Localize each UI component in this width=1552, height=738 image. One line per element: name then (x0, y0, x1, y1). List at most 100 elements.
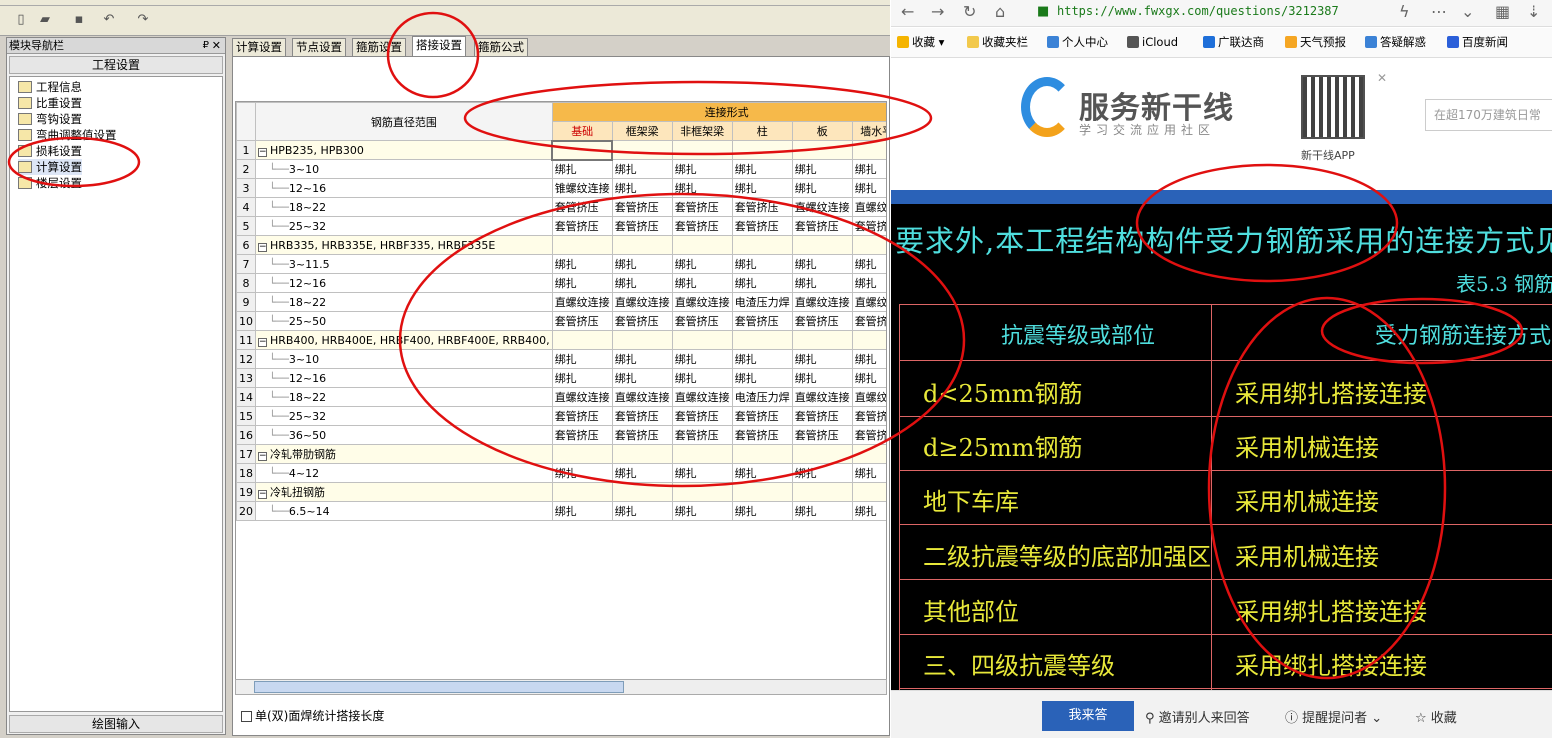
nav-item-bend-adjust[interactable]: 弯曲调整值设置 (18, 127, 117, 143)
new-file-icon[interactable]: ▯ (12, 11, 30, 29)
bookmark-weather[interactable]: 天气预报 (1285, 34, 1346, 50)
connection-cell[interactable]: 绑扎 (671, 273, 733, 293)
answer-button[interactable]: 我来答 (1042, 701, 1134, 731)
connection-cell[interactable]: 电渣压力焊 (731, 292, 793, 312)
diameter-range-cell[interactable]: └──12~16 (255, 178, 553, 198)
connection-cell[interactable]: 绑扎 (791, 159, 853, 179)
bookmark-favorites[interactable]: 收藏 ▾ (897, 34, 944, 50)
connection-cell[interactable] (731, 482, 793, 502)
connection-cell[interactable]: 绑扎 (551, 273, 613, 293)
connection-cell[interactable]: 绑扎 (551, 463, 613, 483)
connection-cell[interactable]: 套管挤压 (671, 425, 733, 445)
diameter-range-cell[interactable]: └──36~50 (255, 425, 553, 445)
diameter-range-cell[interactable]: └──25~32 (255, 216, 553, 236)
connection-cell[interactable]: 套管挤压 (551, 216, 613, 236)
connection-cell[interactable] (851, 235, 886, 255)
connection-cell[interactable]: 绑扎 (671, 254, 733, 274)
horizontal-scrollbar[interactable] (235, 679, 887, 695)
connection-cell[interactable]: 绑扎 (731, 159, 793, 179)
connection-cell[interactable]: 直螺纹连接 (791, 387, 853, 407)
redo-icon[interactable]: ↷ (134, 11, 152, 29)
connection-cell[interactable]: 直螺纹连接 (671, 292, 733, 312)
apps-grid-icon[interactable]: ▦ (1495, 2, 1510, 22)
table-row[interactable]: 8 └──12~16 绑扎 绑扎 绑扎 绑扎 绑扎 绑扎 (236, 273, 886, 293)
tab-stirrup-formula[interactable]: 箍筋公式 (474, 38, 528, 56)
connection-cell[interactable] (671, 444, 733, 464)
diameter-range-cell[interactable]: └──12~16 (255, 273, 553, 293)
connection-cell[interactable]: 绑扎 (791, 349, 853, 369)
bookmark-qa[interactable]: 答疑解惑 (1365, 34, 1426, 50)
connection-cell[interactable]: 直螺纹连接 (611, 292, 673, 312)
connection-cell[interactable]: 绑扎 (851, 501, 886, 521)
forward-icon[interactable]: → (931, 2, 944, 22)
connection-cell[interactable] (671, 330, 733, 350)
diameter-range-cell[interactable]: └──18~22 (255, 387, 553, 407)
connection-cell[interactable] (611, 444, 673, 464)
lightning-icon[interactable]: ϟ (1399, 2, 1410, 22)
connection-cell[interactable]: 直螺纹连接 (611, 387, 673, 407)
connection-cell[interactable]: 套管挤压 (851, 216, 886, 236)
weld-lap-checkbox[interactable] (241, 711, 252, 722)
pin-icon[interactable]: ₽ (203, 38, 209, 53)
connection-cell[interactable]: 绑扎 (851, 368, 886, 388)
table-row[interactable]: 5 └──25~32套管挤压套管挤压套管挤压套管挤压套管挤压套管挤压 (236, 216, 886, 236)
connection-cell[interactable]: 套管挤压 (851, 425, 886, 445)
connection-cell[interactable]: 套管挤压 (731, 216, 793, 236)
close-icon[interactable]: ✕ (212, 38, 221, 53)
connection-cell[interactable]: 绑扎 (551, 159, 613, 179)
table-row[interactable]: 16 └──36~50套管挤压套管挤压套管挤压套管挤压套管挤压套管挤压 (236, 425, 886, 445)
connection-cell[interactable]: 绑扎 (851, 349, 886, 369)
connection-cell[interactable]: 绑扎 (731, 254, 793, 274)
connection-cell[interactable]: 绑扎 (611, 501, 673, 521)
connection-cell[interactable]: 套管挤压 (551, 197, 613, 217)
site-search-input[interactable]: 在超170万建筑日常 (1425, 99, 1552, 131)
diameter-range-cell[interactable]: └──3~11.5 (255, 254, 553, 274)
connection-cell[interactable]: 套管挤压 (851, 311, 886, 331)
diameter-range-cell[interactable]: └──3~10 (255, 159, 553, 179)
connection-cell[interactable] (671, 482, 733, 502)
connection-cell[interactable]: 绑扎 (671, 368, 733, 388)
nav-item-calc-settings[interactable]: 计算设置 (18, 159, 82, 175)
table-row[interactable]: 20 └──6.5~14 绑扎 绑扎 绑扎 绑扎 绑扎 绑扎 (236, 501, 886, 521)
tab-lap-settings[interactable]: 搭接设置 (412, 36, 466, 56)
connection-cell[interactable] (851, 444, 886, 464)
url-field[interactable]: https://www.fwxgx.com/questions/3212387 (1057, 2, 1339, 20)
group-row[interactable]: 19− 冷轧扭钢筋 (236, 482, 886, 502)
table-row[interactable]: 4 └──18~22套管挤压套管挤压套管挤压套管挤压直螺纹连接直螺纹连 (236, 197, 886, 217)
connection-cell[interactable]: 绑扎 (671, 178, 733, 198)
diameter-range-cell[interactable]: └──25~50 (255, 311, 553, 331)
connection-cell[interactable] (791, 140, 853, 160)
diameter-range-cell[interactable]: └──12~16 (255, 368, 553, 388)
connection-cell[interactable]: 套管挤压 (551, 311, 613, 331)
connection-cell[interactable] (551, 235, 613, 255)
nav-item-weight[interactable]: 比重设置 (18, 95, 82, 111)
collapse-icon[interactable]: − (258, 490, 267, 499)
rebar-grade-cell[interactable]: − 冷轧带肋钢筋 (255, 444, 553, 464)
connection-cell[interactable]: 绑扎 (611, 178, 673, 198)
connection-cell[interactable]: 套管挤压 (611, 425, 673, 445)
table-row[interactable]: 9 └──18~22直螺纹连接直螺纹连接直螺纹连接电渣压力焊直螺纹连接直螺纹连 (236, 292, 886, 312)
connection-cell[interactable] (791, 330, 853, 350)
connection-cell[interactable] (851, 482, 886, 502)
connection-cell[interactable]: 绑扎 (611, 349, 673, 369)
scrollbar-thumb[interactable] (254, 681, 624, 693)
connection-cell[interactable]: 套管挤压 (791, 216, 853, 236)
save-icon[interactable]: ▪ (70, 11, 88, 29)
connection-cell[interactable] (611, 140, 673, 160)
connection-cell[interactable]: 绑扎 (851, 178, 886, 198)
bookmark-baidu-news[interactable]: 百度新闻 (1447, 34, 1508, 50)
connection-cell[interactable]: 绑扎 (851, 463, 886, 483)
connection-cell[interactable]: 套管挤压 (731, 197, 793, 217)
rebar-grade-cell[interactable]: − HRB335, HRB335E, HRBF335, HRBF335E (255, 235, 553, 255)
connection-cell[interactable]: 绑扎 (851, 254, 886, 274)
nav-item-loss[interactable]: 损耗设置 (18, 143, 82, 159)
bookmark-glodon[interactable]: 广联达商 (1203, 34, 1264, 50)
connection-cell[interactable]: 套管挤压 (551, 425, 613, 445)
connection-cell[interactable]: 套管挤压 (611, 197, 673, 217)
diameter-range-cell[interactable]: └──6.5~14 (255, 501, 553, 521)
nav-section-header[interactable]: 工程设置 (9, 56, 223, 74)
connection-cell[interactable] (791, 444, 853, 464)
connection-cell[interactable] (551, 444, 613, 464)
table-row[interactable]: 2 └──3~10 绑扎 绑扎 绑扎 绑扎 绑扎 绑扎 (236, 159, 886, 179)
connection-cell[interactable]: 套管挤压 (851, 406, 886, 426)
